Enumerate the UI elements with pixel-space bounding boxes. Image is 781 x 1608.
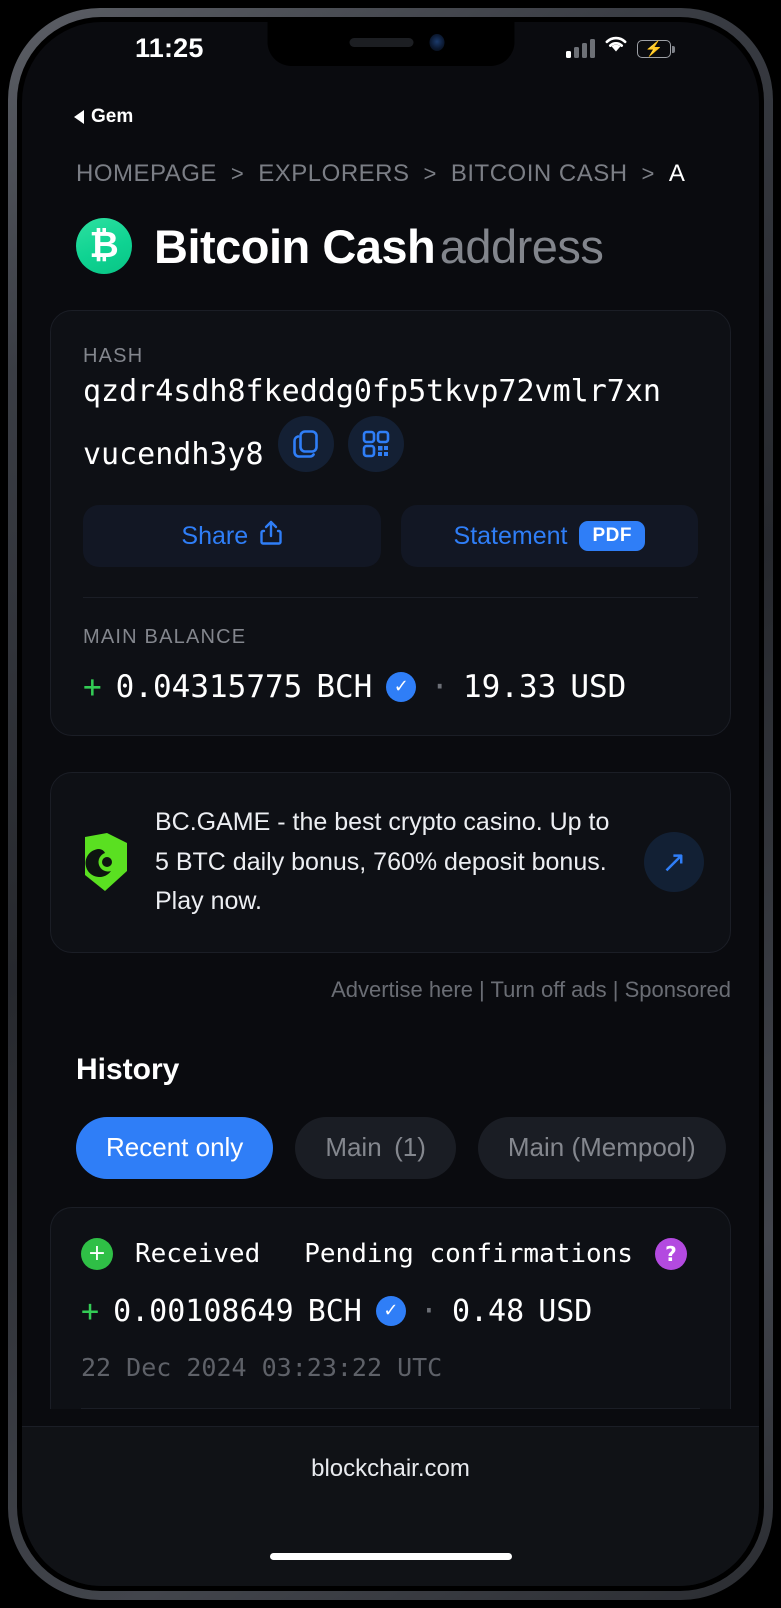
balance-fiat-currency: USD: [570, 669, 627, 706]
earpiece-speaker: [349, 38, 413, 47]
transaction-fiat-currency: USD: [538, 1293, 593, 1329]
history-heading: History: [76, 1052, 180, 1086]
page-title-muted: address: [439, 219, 604, 273]
main-balance-label: MAIN BALANCE: [83, 626, 247, 649]
table-row[interactable]: + Received Pending confirmations ? + 0.0…: [81, 1237, 700, 1408]
transaction-list: + Received Pending confirmations ? + 0.0…: [50, 1206, 731, 1409]
page-title: ₿ Bitcoin Cash address: [22, 188, 759, 274]
hash-value[interactable]: qzdr4sdh8fkeddg0fp5tkvp72vmlr7xn vucendh…: [83, 368, 698, 479]
breadcrumb: HOMEPAGE > EXPLORERS > BITCOIN CASH > A: [22, 146, 759, 188]
statement-button-label: Statement: [453, 521, 568, 550]
bitcoin-cash-logo-icon: ₿: [76, 218, 132, 274]
front-camera-icon: [429, 34, 444, 51]
transaction-direction: Received: [135, 1238, 261, 1269]
main-balance-row: + 0.04315775 BCH ✓ · 19.33 USD: [83, 669, 698, 705]
help-icon[interactable]: ?: [654, 1237, 687, 1270]
phone-screen: 11:25 ⚡ Gem HOMEPAGE > EXPLORERS > BITCO…: [22, 22, 759, 1586]
wifi-icon: [603, 34, 629, 58]
balance-fiat-amount: 19.33: [462, 669, 557, 706]
transaction-amount: 0.00108649: [113, 1293, 294, 1329]
share-button-label: Share: [181, 521, 249, 550]
home-indicator[interactable]: [269, 1553, 512, 1560]
transaction-status: Pending confirmations: [304, 1238, 633, 1269]
advertisement-text: BC.GAME - the best crypto casino. Up to …: [155, 808, 610, 916]
device-frame: 11:25 ⚡ Gem HOMEPAGE > EXPLORERS > BITCO…: [8, 8, 773, 1600]
advertisement-links[interactable]: Advertise here | Turn off ads | Sponsore…: [22, 953, 759, 1003]
breadcrumb-item-explorers[interactable]: EXPLORERS: [258, 160, 409, 188]
battery-charging-icon: ⚡: [637, 40, 675, 58]
tab-main[interactable]: Main (1): [295, 1116, 456, 1179]
tab-main-mempool[interactable]: Main (Mempool): [477, 1116, 726, 1179]
balance-separator: ·: [430, 669, 449, 706]
status-time: 11:25: [135, 33, 204, 63]
breadcrumb-separator: >: [641, 161, 655, 186]
address-summary-card: HASH qzdr4sdh8fkeddg0fp5tkvp72vmlr7xn vu…: [50, 310, 731, 737]
transaction-amount-row: + 0.00108649 BCH ✓ · 0.48 USD: [81, 1294, 700, 1329]
tab-recent-only[interactable]: Recent only: [76, 1116, 274, 1179]
page-title-strong: Bitcoin Cash: [154, 219, 436, 273]
transaction-currency: BCH: [307, 1293, 362, 1329]
balance-amount: 0.04315775: [115, 669, 303, 706]
browser-bottom-bar: blockchair.com: [22, 1426, 759, 1586]
browser-url-label[interactable]: blockchair.com: [22, 1427, 759, 1483]
back-to-app-button[interactable]: Gem: [74, 106, 133, 128]
share-button[interactable]: Share: [83, 505, 381, 568]
verified-check-icon: ✓: [386, 672, 417, 703]
back-to-app-label: Gem: [91, 106, 134, 127]
hash-label: HASH: [83, 345, 144, 367]
balance-currency: BCH: [316, 669, 373, 706]
advertisement-card[interactable]: BC.GAME - the best crypto casino. Up to …: [50, 772, 731, 953]
page-content: HOMEPAGE > EXPLORERS > BITCOIN CASH > A …: [22, 146, 759, 1586]
share-icon: [260, 520, 282, 553]
dynamic-island: [267, 22, 514, 66]
bcgame-logo-icon: [77, 831, 133, 893]
copy-icon[interactable]: [277, 415, 334, 472]
qr-code-icon[interactable]: [347, 415, 404, 472]
back-arrow-icon: [74, 110, 84, 124]
breadcrumb-separator: >: [230, 161, 245, 186]
verified-check-icon: ✓: [375, 1296, 406, 1327]
address-actions: Share Statement PDF: [83, 505, 698, 568]
hash-value-line2: vucendh3y8: [83, 436, 264, 472]
cellular-signal-icon: [566, 39, 595, 58]
device-bezel: 11:25 ⚡ Gem HOMEPAGE > EXPLORERS > BITCO…: [17, 17, 764, 1591]
transaction-fiat-amount: 0.48: [451, 1293, 525, 1329]
pdf-badge: PDF: [579, 521, 645, 552]
status-icons: ⚡: [566, 34, 675, 58]
transaction-divider: [81, 1407, 700, 1409]
hash-value-line1: qzdr4sdh8fkeddg0fp5tkvp72vmlr7xn: [83, 374, 661, 409]
received-plus-icon: +: [81, 1237, 113, 1270]
breadcrumb-item-bitcoin-cash[interactable]: BITCOIN CASH: [451, 160, 628, 188]
main-balance-block: MAIN BALANCE + 0.04315775 BCH ✓ · 19.33 …: [83, 598, 698, 705]
statement-button[interactable]: Statement PDF: [400, 505, 698, 568]
balance-sign: +: [83, 669, 102, 706]
transaction-sign: +: [81, 1293, 100, 1329]
transaction-header: + Received Pending confirmations ?: [81, 1237, 700, 1270]
history-tabs: Recent only Main (1) Main (Mempool): [22, 1087, 759, 1179]
transaction-separator: ·: [419, 1293, 438, 1329]
breadcrumb-item-current: A: [668, 160, 686, 187]
breadcrumb-separator: >: [423, 161, 437, 186]
transaction-timestamp: 22 Dec 2024 03:23:22 UTC: [81, 1352, 443, 1382]
breadcrumb-item-homepage[interactable]: HOMEPAGE: [76, 160, 217, 188]
external-link-arrow-icon[interactable]: ↗: [644, 832, 704, 893]
